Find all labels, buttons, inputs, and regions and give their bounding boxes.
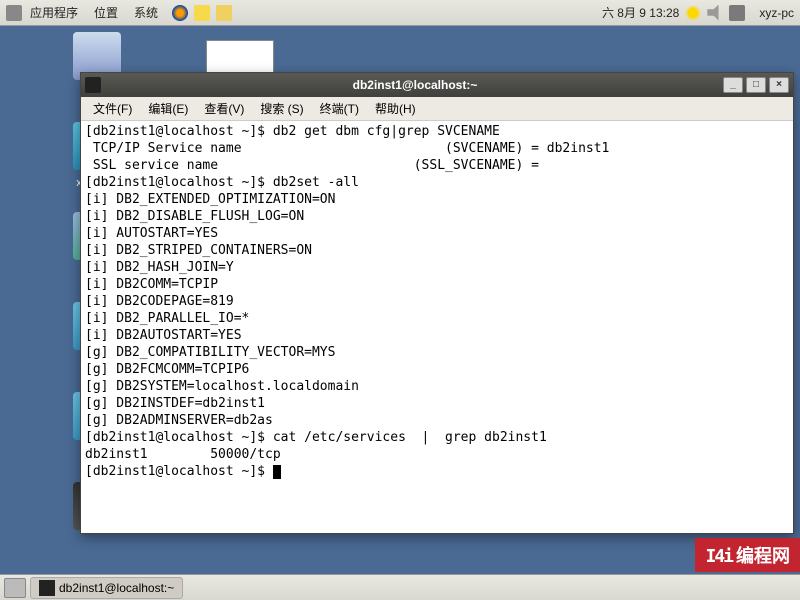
terminal-window: db2inst1@localhost:~ _ □ × 文件(F) 编辑(E) 查…: [80, 72, 794, 534]
notes-icon[interactable]: [216, 5, 232, 21]
show-desktop-button[interactable]: [4, 578, 26, 598]
terminal-icon: [39, 580, 55, 596]
gnome-foot-icon[interactable]: [6, 5, 22, 21]
task-label: db2inst1@localhost:~: [59, 581, 174, 595]
volume-icon[interactable]: [707, 5, 723, 21]
maximize-button[interactable]: □: [746, 77, 766, 93]
firefox-icon[interactable]: [172, 5, 188, 21]
top-panel: 应用程序 位置 系统 六 8月 9 13:28 xyz-pc: [0, 0, 800, 26]
cursor: [273, 465, 281, 479]
menu-places[interactable]: 位置: [86, 4, 126, 21]
terminal-output[interactable]: [db2inst1@localhost ~]$ db2 get dbm cfg|…: [81, 121, 793, 533]
menu-help[interactable]: 帮助(H): [367, 100, 424, 117]
watermark: I4i编程网: [695, 538, 800, 572]
close-button[interactable]: ×: [769, 77, 789, 93]
terminal-app-icon: [85, 77, 101, 93]
window-title: db2inst1@localhost:~: [107, 78, 723, 92]
bottom-panel: db2inst1@localhost:~: [0, 574, 800, 600]
menu-edit[interactable]: 编辑(E): [140, 100, 196, 117]
window-titlebar[interactable]: db2inst1@localhost:~ _ □ ×: [81, 73, 793, 97]
menu-system[interactable]: 系统: [126, 4, 166, 21]
menu-terminal[interactable]: 终端(T): [312, 100, 367, 117]
menu-applications[interactable]: 应用程序: [22, 4, 86, 21]
weather-icon[interactable]: [685, 5, 701, 21]
mail-icon[interactable]: [194, 5, 210, 21]
menu-file[interactable]: 文件(F): [85, 100, 140, 117]
network-icon[interactable]: [729, 5, 745, 21]
hostname-label: xyz-pc: [759, 6, 794, 20]
minimize-button[interactable]: _: [723, 77, 743, 93]
menu-search[interactable]: 搜索 (S): [252, 100, 311, 117]
menu-view[interactable]: 查看(V): [196, 100, 252, 117]
terminal-menubar: 文件(F) 编辑(E) 查看(V) 搜索 (S) 终端(T) 帮助(H): [81, 97, 793, 121]
taskbar-entry-terminal[interactable]: db2inst1@localhost:~: [30, 577, 183, 599]
clock[interactable]: 六 8月 9 13:28: [602, 4, 679, 21]
